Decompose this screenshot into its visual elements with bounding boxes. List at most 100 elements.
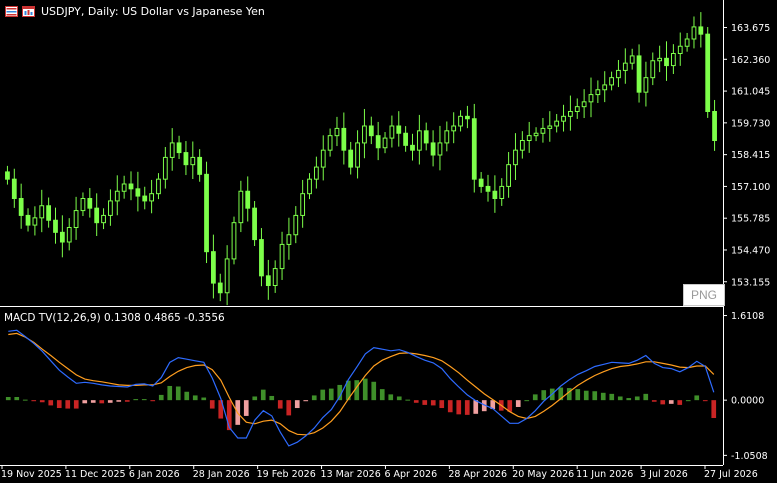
time-tick-label: 6 Apr 2026: [384, 469, 437, 480]
histogram-bar: [209, 400, 215, 409]
histogram-bar: [311, 395, 317, 401]
histogram-bar: [201, 397, 207, 401]
histogram-bar: [269, 395, 275, 401]
histogram-bar: [668, 400, 674, 404]
time-tick-label: 13 Mar 2026: [321, 469, 381, 480]
histogram-bar: [575, 389, 581, 401]
histogram-bar: [362, 378, 368, 401]
macd-tick-label: 0.0000: [731, 396, 764, 407]
histogram-bar: [82, 400, 88, 404]
time-tick-label: 6 Jan 2026: [129, 469, 180, 480]
histogram-bar: [184, 391, 190, 401]
histogram-bar: [243, 400, 249, 416]
price-tick-label: 154.470: [731, 245, 770, 256]
histogram-bar: [260, 389, 266, 401]
histogram-bar: [65, 400, 71, 409]
candle: [705, 27, 711, 118]
histogram-bar: [107, 400, 113, 403]
price-tick-label: 158.415: [731, 150, 770, 161]
histogram-bar: [48, 400, 54, 406]
histogram-bar: [286, 400, 292, 416]
histogram-bar: [396, 396, 402, 401]
histogram-bar: [167, 385, 173, 401]
histogram-bar: [90, 400, 96, 403]
histogram-bar: [515, 400, 521, 407]
histogram-bar: [677, 400, 683, 405]
histogram-bar: [150, 400, 156, 402]
price-tick-label: 155.785: [731, 214, 770, 225]
time-tick-label: 27 Jul 2026: [704, 469, 758, 480]
price-tick-label: 159.730: [731, 118, 770, 129]
histogram-bar: [532, 394, 538, 401]
chart-title: USDJPY, Daily: US Dollar vs Japanese Yen: [41, 4, 265, 18]
histogram-bar: [388, 394, 394, 401]
histogram-bar: [303, 400, 309, 402]
histogram-bar: [39, 400, 45, 403]
histogram-bar: [702, 400, 708, 402]
histogram-bar: [583, 390, 589, 401]
histogram-bar: [328, 388, 334, 401]
chart-window-icon[interactable]: [22, 5, 35, 17]
histogram-bar: [56, 400, 62, 409]
histogram-bar: [277, 400, 283, 409]
histogram-bar: [524, 400, 530, 402]
histogram-bar: [694, 395, 700, 401]
candle: [204, 161, 209, 264]
histogram-bar: [22, 399, 28, 401]
histogram-bar: [133, 399, 139, 401]
histogram-bar: [141, 399, 147, 401]
histogram-bar: [600, 392, 606, 401]
histogram-bar: [711, 400, 717, 419]
symbol-list-icon[interactable]: [5, 5, 18, 17]
macd-tick-label: -1.0508: [731, 451, 768, 462]
histogram-bar: [456, 400, 462, 415]
histogram-bar: [192, 395, 198, 401]
histogram-bar: [626, 398, 632, 401]
time-tick-label: 3 Jul 2026: [640, 469, 688, 480]
time-tick-label: 11 Dec 2025: [65, 469, 126, 480]
histogram-bar: [609, 393, 615, 401]
histogram-bar: [643, 393, 649, 401]
histogram-bar: [541, 390, 547, 401]
histogram-bar: [413, 400, 419, 403]
time-tick-label: 20 May 2026: [512, 469, 574, 480]
histogram-bar: [447, 400, 453, 413]
histogram-bar: [294, 400, 300, 409]
histogram-bar: [464, 400, 470, 415]
histogram-bar: [31, 400, 37, 402]
png-export-button[interactable]: PNG: [683, 284, 725, 306]
price-tick-label: 153.155: [731, 277, 770, 288]
histogram-bar: [651, 400, 657, 402]
histogram-bar: [5, 397, 11, 401]
time-tick-label: 19 Feb 2026: [257, 469, 316, 480]
time-tick-label: 11 Jun 2026: [576, 469, 633, 480]
histogram-bar: [473, 400, 479, 414]
chart-header: USDJPY, Daily: US Dollar vs Japanese Yen: [5, 3, 265, 19]
histogram-bar: [371, 381, 377, 401]
histogram-bar: [158, 394, 164, 401]
histogram-bar: [124, 400, 130, 402]
price-tick-label: 157.100: [731, 182, 770, 193]
histogram-bar: [379, 389, 385, 401]
histogram-bar: [430, 400, 436, 406]
time-tick-label: 19 Nov 2025: [1, 469, 62, 480]
histogram-bar: [634, 396, 640, 401]
candle: [231, 216, 237, 265]
histogram-bar: [14, 397, 20, 401]
price-tick-label: 162.360: [731, 55, 770, 66]
histogram-bar: [422, 400, 428, 405]
histogram-bar: [439, 400, 445, 409]
histogram-bar: [99, 400, 105, 404]
chart-canvas[interactable]: 163.675 162.360 161.045 159.730 158.415 157.1…: [0, 0, 777, 483]
price-tick-label: 161.045: [731, 87, 770, 98]
histogram-bar: [116, 400, 122, 402]
histogram-bar: [73, 400, 79, 409]
price-axis: 163.675 162.360 161.045 159.730 158.415 157.1…: [723, 23, 770, 288]
histogram-bar: [405, 399, 411, 401]
histogram-bar: [252, 396, 258, 401]
price-tick-label: 163.675: [731, 23, 770, 34]
histogram-bar: [175, 386, 181, 401]
histogram-bar: [592, 391, 598, 401]
histogram-bar: [617, 396, 623, 401]
macd-indicator-label: MACD TV(12,26,9) 0.1308 0.4865 -0.3556: [4, 312, 225, 324]
